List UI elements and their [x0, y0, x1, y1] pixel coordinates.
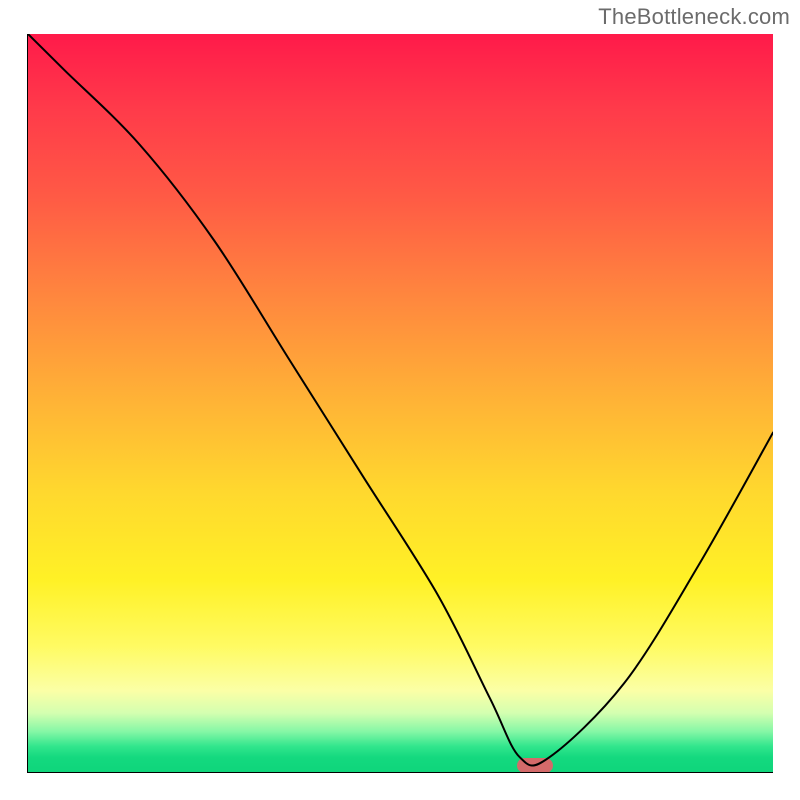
plot-area [27, 34, 773, 773]
chart-stage: TheBottleneck.com [0, 0, 800, 800]
bottleneck-curve [28, 34, 773, 766]
curve-svg [28, 34, 773, 772]
attribution-text: TheBottleneck.com [598, 4, 790, 30]
